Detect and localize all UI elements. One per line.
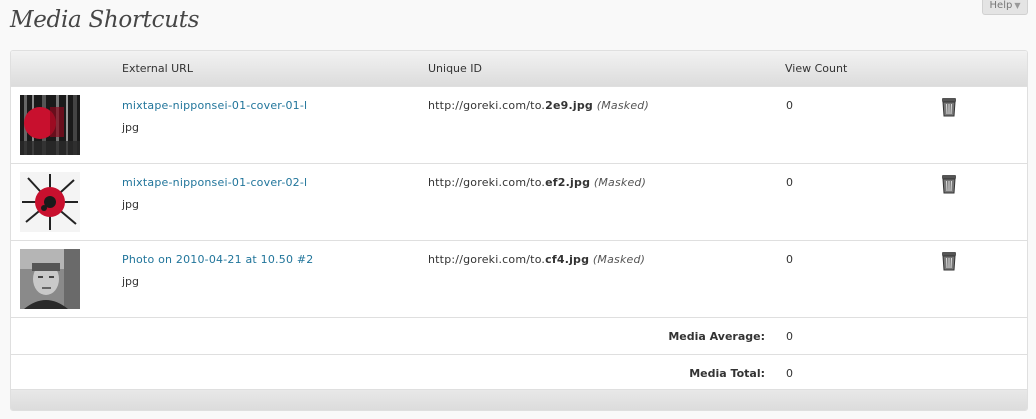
unique-id-url: http://goreki.com/to.cf4.jpg (Masked): [428, 253, 645, 266]
thumbnail-image[interactable]: [20, 172, 80, 232]
file-extension: jpg: [122, 275, 140, 288]
url-file: 2e9.jpg: [545, 99, 594, 112]
file-extension: jpg: [122, 198, 140, 211]
media-average-value: 0: [786, 330, 793, 343]
column-header-view-count[interactable]: View Count: [785, 62, 847, 75]
media-title-link[interactable]: Photo on 2010-04-21 at 10.50 #2: [122, 253, 313, 266]
url-prefix: http://goreki.com/to.: [428, 253, 546, 266]
thumbnail-image[interactable]: [20, 249, 80, 309]
media-title-link[interactable]: mixtape-nipponsei-01-cover-01-l: [122, 99, 307, 112]
url-prefix: http://goreki.com/to.: [428, 176, 546, 189]
table-row: mixtape-nipponsei-01-cover-02-l jpg http…: [11, 164, 1027, 241]
media-total-row: Media Total: 0: [11, 355, 1027, 392]
masked-label: (Masked): [593, 176, 647, 189]
help-tab[interactable]: Help ▼: [982, 0, 1028, 15]
media-average-label: Media Average:: [668, 330, 765, 343]
media-average-row: Media Average: 0: [11, 318, 1027, 355]
table-header: External URL Unique ID View Count: [11, 51, 1027, 87]
unique-id-url: http://goreki.com/to.2e9.jpg (Masked): [428, 99, 649, 112]
portrait-photo-thumbnail: [20, 249, 80, 309]
trash-icon[interactable]: [940, 173, 958, 195]
chevron-down-icon: ▼: [1014, 1, 1021, 10]
red-dot-cover-thumbnail: [20, 95, 80, 155]
media-total-label: Media Total:: [689, 367, 765, 380]
column-header-unique-id[interactable]: Unique ID: [428, 62, 482, 75]
url-file: cf4.jpg: [545, 253, 590, 266]
red-splat-cover-thumbnail: [20, 172, 80, 232]
view-count: 0: [786, 253, 793, 266]
media-table: External URL Unique ID View Count mixtap…: [10, 50, 1028, 411]
file-extension: jpg: [122, 121, 140, 134]
table-row: Photo on 2010-04-21 at 10.50 #2 jpg http…: [11, 241, 1027, 318]
column-header-external-url[interactable]: External URL: [122, 62, 193, 75]
url-prefix: http://goreki.com/to.: [428, 99, 546, 112]
unique-id-url: http://goreki.com/to.ef2.jpg (Masked): [428, 176, 646, 189]
masked-label: (Masked): [596, 99, 649, 112]
masked-label: (Masked): [592, 253, 646, 266]
trash-icon[interactable]: [940, 250, 958, 272]
trash-icon[interactable]: [940, 96, 958, 118]
table-row: mixtape-nipponsei-01-cover-01-l jpg http…: [11, 87, 1027, 164]
view-count: 0: [786, 176, 793, 189]
table-footer: [11, 389, 1027, 410]
page-title: Media Shortcuts: [10, 7, 200, 33]
url-file: ef2.jpg: [545, 176, 591, 189]
help-label: Help: [989, 0, 1013, 11]
media-title-link[interactable]: mixtape-nipponsei-01-cover-02-l: [122, 176, 307, 189]
media-total-value: 0: [786, 367, 793, 380]
view-count: 0: [786, 99, 793, 112]
thumbnail-image[interactable]: [20, 95, 80, 155]
